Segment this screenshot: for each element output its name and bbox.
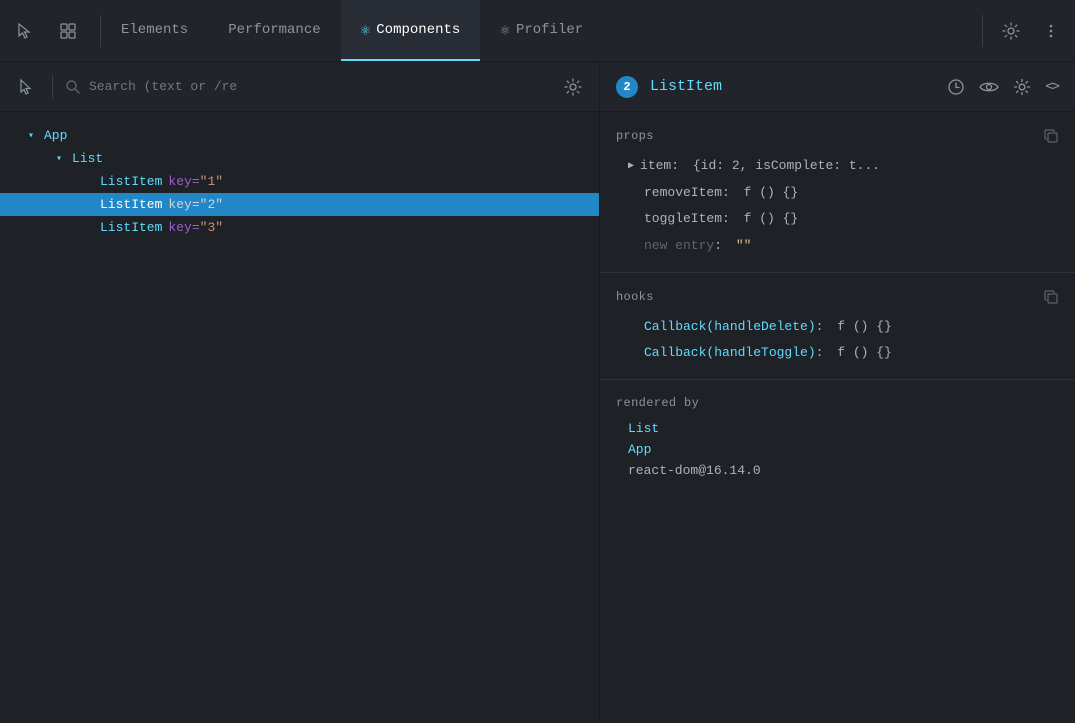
toolbar <box>0 62 599 112</box>
prop-arrow-item: ▶ <box>628 159 634 175</box>
hooks-section: hooks Callback(handleDelete) : f () {} C… <box>600 273 1075 380</box>
suspend-icon[interactable] <box>947 78 965 96</box>
rendered-by-app[interactable]: App <box>600 439 1075 460</box>
rendered-by-reactdom: react-dom@16.14.0 <box>600 460 1075 481</box>
prop-value-callback-delete: f () {} <box>837 317 892 338</box>
tree-node-listitem1[interactable]: ▸ ListItem key="1" <box>0 170 599 193</box>
prop-colon-newentry: : <box>714 236 730 257</box>
props-copy-icon[interactable] <box>1043 128 1059 145</box>
node-name-listitem2: ListItem <box>100 197 162 212</box>
tree-node-listitem3[interactable]: ▸ ListItem key="3" <box>0 216 599 239</box>
prop-value-newentry: "" <box>736 236 752 257</box>
search-icon <box>65 79 81 95</box>
prop-colon-item: : <box>671 156 687 177</box>
prop-colon-callback-toggle: : <box>816 343 832 364</box>
prop-row-callback-toggle: Callback(handleToggle) : f () {} <box>600 340 1075 367</box>
node-name-listitem1: ListItem <box>100 174 162 189</box>
prop-colon-toggleitem: : <box>722 209 738 230</box>
tree-arrow-app: ▾ <box>28 130 42 142</box>
component-tree: ▾ App ▾ List ▸ ListItem key="1" ▸ ListIt… <box>0 112 599 723</box>
layers-icon-btn[interactable] <box>52 15 84 47</box>
rendered-by-section: rendered by List App react-dom@16.14.0 <box>600 380 1075 493</box>
prop-row-newentry: new entry : "" <box>600 233 1075 260</box>
node-key-listitem1: key="1" <box>168 174 223 189</box>
more-options-btn[interactable] <box>1035 15 1067 47</box>
main-content: ▾ App ▾ List ▸ ListItem key="1" ▸ ListIt… <box>0 62 1075 723</box>
prop-key-item: item <box>640 156 671 177</box>
node-key-listitem3: key="3" <box>168 220 223 235</box>
tree-node-list[interactable]: ▾ List <box>0 147 599 170</box>
tab-elements[interactable]: Elements <box>101 0 208 61</box>
node-name-list: List <box>72 151 103 166</box>
tab-bar-tabs: Elements Performance ⚛ Components ⚛ Prof… <box>101 0 982 61</box>
tree-node-app[interactable]: ▾ App <box>0 124 599 147</box>
search-input[interactable] <box>89 79 551 94</box>
tab-components-label: Components <box>376 22 460 38</box>
prop-key-toggleitem: toggleItem <box>644 209 722 230</box>
cursor-icon-btn[interactable] <box>8 15 40 47</box>
tab-bar-left-icons <box>8 15 101 47</box>
rendered-by-header: rendered by <box>600 392 1075 418</box>
tab-components[interactable]: ⚛ Components <box>341 0 481 61</box>
right-panel: 2 ListItem <box>600 62 1075 723</box>
prop-value-item: {id: 2, isComplete: t... <box>693 156 880 177</box>
component-badge: 2 <box>616 76 638 98</box>
rendered-by-title: rendered by <box>616 396 699 410</box>
hooks-title: hooks <box>616 290 654 304</box>
tree-node-listitem2[interactable]: ▸ ListItem key="2" <box>0 193 599 216</box>
prop-colon-callback-delete: : <box>816 317 832 338</box>
node-key-listitem2: key="2" <box>168 197 223 212</box>
right-header: 2 ListItem <box>600 62 1075 112</box>
prop-row-callback-delete: Callback(handleDelete) : f () {} <box>600 314 1075 341</box>
prop-key-newentry: new entry <box>644 236 714 257</box>
tree-arrow-list: ▾ <box>56 153 70 165</box>
settings-gear-btn[interactable] <box>995 15 1027 47</box>
search-settings-btn[interactable] <box>559 73 587 101</box>
hooks-copy-icon[interactable] <box>1043 289 1059 306</box>
component-name: ListItem <box>650 78 935 95</box>
prop-key-callback-toggle: Callback(handleToggle) <box>644 343 816 364</box>
props-title: props <box>616 129 654 143</box>
search-area <box>65 79 551 95</box>
tab-profiler-label: Profiler <box>516 22 583 38</box>
rendered-by-list[interactable]: List <box>600 418 1075 439</box>
prop-colon-removeitem: : <box>722 183 738 204</box>
hooks-section-header: hooks <box>600 285 1075 314</box>
left-panel: ▾ App ▾ List ▸ ListItem key="1" ▸ ListIt… <box>0 62 600 723</box>
tab-performance[interactable]: Performance <box>208 0 340 61</box>
prop-row-removeitem: removeItem : f () {} <box>600 180 1075 207</box>
tab-profiler[interactable]: ⚛ Profiler <box>480 0 603 61</box>
react-icon-profiler: ⚛ <box>500 20 510 40</box>
prop-key-callback-delete: Callback(handleDelete) <box>644 317 816 338</box>
prop-row-toggleitem: toggleItem : f () {} <box>600 206 1075 233</box>
tab-bar: Elements Performance ⚛ Components ⚛ Prof… <box>0 0 1075 62</box>
props-section-header: props <box>600 124 1075 153</box>
tab-bar-right-icons <box>982 15 1067 47</box>
node-name-app: App <box>44 128 67 143</box>
props-section: props ▶ item : {id: 2, isComplete: t... … <box>600 112 1075 273</box>
tab-performance-label: Performance <box>228 22 320 38</box>
prop-value-toggleitem: f () {} <box>744 209 799 230</box>
tab-elements-label: Elements <box>121 22 188 38</box>
prop-value-callback-toggle: f () {} <box>837 343 892 364</box>
toolbar-divider <box>52 75 53 99</box>
component-settings-icon[interactable] <box>1013 78 1031 96</box>
react-icon-components: ⚛ <box>361 20 371 40</box>
prop-key-removeitem: removeItem <box>644 183 722 204</box>
right-header-icons: <> <box>947 78 1059 96</box>
view-source-icon[interactable]: <> <box>1045 79 1059 94</box>
node-name-listitem3: ListItem <box>100 220 162 235</box>
prop-row-item[interactable]: ▶ item : {id: 2, isComplete: t... <box>600 153 1075 180</box>
select-element-btn[interactable] <box>12 73 40 101</box>
inspect-icon[interactable] <box>979 78 999 96</box>
prop-value-removeitem: f () {} <box>744 183 799 204</box>
